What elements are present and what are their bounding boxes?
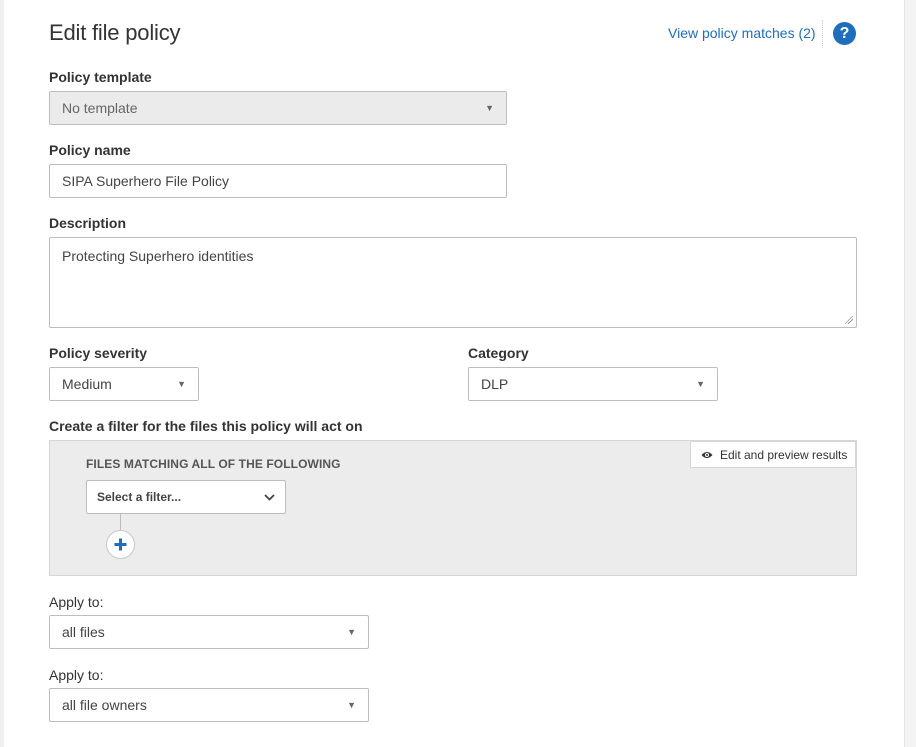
edit-preview-results-label: Edit and preview results bbox=[720, 447, 848, 462]
filter-connector-line bbox=[120, 514, 121, 531]
caret-down-icon: ▼ bbox=[177, 379, 186, 389]
filter-select[interactable]: Select a filter... bbox=[86, 480, 286, 514]
policy-severity-value: Medium bbox=[62, 376, 112, 392]
category-label: Category bbox=[468, 345, 529, 361]
policy-template-value: No template bbox=[62, 100, 138, 116]
edit-preview-results-button[interactable]: Edit and preview results bbox=[690, 441, 856, 468]
caret-down-icon: ▼ bbox=[485, 103, 494, 113]
policy-template-select: No template ▼ bbox=[49, 91, 507, 125]
caret-down-icon: ▼ bbox=[696, 379, 705, 389]
scrollbar-track[interactable] bbox=[904, 0, 916, 747]
category-select[interactable]: DLP ▼ bbox=[468, 367, 718, 401]
apply-to-owners-select[interactable]: all file owners ▼ bbox=[49, 688, 369, 722]
left-rail bbox=[0, 0, 4, 747]
policy-name-label: Policy name bbox=[49, 142, 131, 158]
category-value: DLP bbox=[481, 376, 509, 392]
filter-select-placeholder: Select a filter... bbox=[97, 490, 182, 504]
eye-icon bbox=[701, 451, 713, 458]
apply-to-files-select[interactable]: all files ▼ bbox=[49, 615, 369, 649]
description-textarea[interactable]: Protecting Superhero identities bbox=[49, 237, 857, 328]
filter-section-label: Create a filter for the files this polic… bbox=[49, 418, 363, 434]
add-filter-button[interactable] bbox=[106, 530, 135, 559]
help-icon[interactable]: ? bbox=[833, 22, 856, 45]
page-title: Edit file policy bbox=[49, 20, 181, 45]
policy-severity-select[interactable]: Medium ▼ bbox=[49, 367, 199, 401]
policy-template-label: Policy template bbox=[49, 69, 152, 85]
apply-to-owners-label: Apply to: bbox=[49, 667, 104, 683]
policy-name-value: SIPA Superhero File Policy bbox=[62, 173, 230, 189]
header-divider bbox=[822, 20, 823, 48]
view-policy-matches-link[interactable]: View policy matches (2) bbox=[668, 25, 816, 41]
policy-name-input[interactable]: SIPA Superhero File Policy bbox=[49, 164, 507, 198]
caret-down-icon: ▼ bbox=[347, 700, 356, 710]
description-value: Protecting Superhero identities bbox=[62, 248, 254, 264]
apply-to-owners-value: all file owners bbox=[62, 697, 147, 713]
resize-handle-icon[interactable] bbox=[845, 316, 853, 324]
apply-to-files-value: all files bbox=[62, 624, 105, 640]
apply-to-files-label: Apply to: bbox=[49, 594, 104, 610]
caret-down-icon: ▼ bbox=[347, 627, 356, 637]
description-label: Description bbox=[49, 215, 127, 231]
files-matching-heading: FILES MATCHING ALL OF THE FOLLOWING bbox=[86, 457, 341, 471]
chevron-down-icon bbox=[264, 493, 275, 501]
policy-severity-label: Policy severity bbox=[49, 345, 148, 361]
plus-icon bbox=[114, 538, 127, 551]
